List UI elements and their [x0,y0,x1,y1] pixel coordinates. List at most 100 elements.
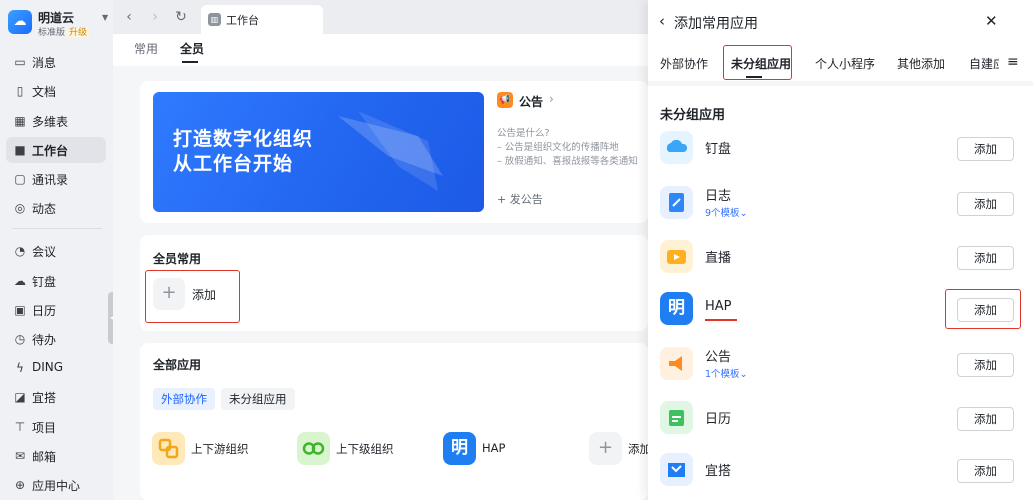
panel-tab-external[interactable]: 外部协作 [660,55,708,72]
annotation-underline [705,319,737,321]
list-item-calendar: 日历 添加 [660,399,1025,439]
sidebar-item-todo[interactable]: ◷ 待办 [6,326,106,352]
browser-toolbar: ‹ › ↻ ▥ 工作台 [113,0,648,34]
add-button[interactable]: 添加 [957,459,1014,483]
workbench-icon: ■ [14,143,26,157]
template-count-link[interactable]: 9个模板⌄ [705,205,748,219]
sidebar-item-app-center[interactable]: ⊕ 应用中心 [6,472,106,498]
banner-title-line1: 打造数字化组织 [173,128,314,150]
hap-icon: 明 [443,432,476,465]
common-apps-card: 全员常用 + 添加 [140,235,648,331]
sidebar-item-moments[interactable]: ◎ 动态 [6,195,106,221]
menu-icon[interactable]: ≡ [1007,54,1019,70]
notice-header[interactable]: 📢 公告 › [497,92,657,110]
sidebar-item-contacts[interactable]: ▢ 通讯录 [6,166,106,192]
highlight-box [723,45,792,80]
document-icon: ▯ [16,84,24,98]
list-item-drive: 钉盘 添加 [660,129,1025,169]
hap-app-icon: 明 [660,292,693,325]
sidebar-item-messages[interactable]: ▭ 消息 [6,49,106,75]
panel-title: 添加常用应用 [674,16,758,32]
sidebar-item-meeting[interactable]: ◔ 会议 [6,238,106,264]
contacts-icon: ▢ [14,172,26,186]
wing-graphic-icon [338,111,443,191]
sidebar-item-mail[interactable]: ✉ 邮箱 [6,443,106,469]
forward-button[interactable]: › [145,7,165,27]
add-icon: + [589,432,622,465]
chevron-down-icon: ⌄ [739,208,748,219]
upgrade-badge[interactable]: 升级 [67,28,90,38]
list-item-live: 直播 添加 [660,238,1025,278]
ding-icon: ϟ [16,361,24,375]
add-button[interactable]: 添加 [957,353,1014,377]
panel-section-title: 未分组应用 [660,108,726,123]
chip-external[interactable]: 外部协作 [153,388,215,410]
megaphone-icon: 📢 [497,92,513,108]
sidebar-divider [12,228,102,229]
list-item-log: 日志 9个模板⌄ 添加 [660,184,1025,224]
add-common-apps-panel: ‹ 添加常用应用 ✕ 外部协作 未分组应用 个人小程序 其他添加 自建应 ≡ 未… [648,0,1033,500]
active-tab-indicator [182,61,198,63]
notice-title: 公告 [519,95,544,109]
notice-desc-2: – 公告是组织文化的传播阵地 [497,142,619,153]
add-button[interactable]: 添加 [957,137,1014,161]
calendar-app-icon [660,401,693,434]
back-chevron-icon[interactable]: ‹ [659,12,665,30]
workbench-tab-icon: ▥ [208,13,221,26]
drive-app-icon [660,131,693,164]
upstream-org-icon [152,432,185,465]
mail-icon: ✉ [14,449,26,463]
back-button[interactable]: ‹ [119,7,139,27]
sidebar-item-tables[interactable]: ▦ 多维表 [6,108,106,134]
chevron-down-icon: ⌄ [739,369,748,380]
highlight-box [945,289,1021,329]
tab-all-members[interactable]: 全员 [180,40,204,57]
panel-tab-mini-programs[interactable]: 个人小程序 [815,55,875,72]
app-center-icon: ⊕ [14,478,26,492]
close-icon[interactable]: ✕ [985,12,998,30]
table-icon: ▦ [14,114,26,128]
caret-down-icon: ▼ [102,13,109,22]
sidebar-item-workbench[interactable]: ■ 工作台 [6,137,106,163]
chip-ungrouped[interactable]: 未分组应用 [221,388,295,410]
notice-desc-3: – 放假通知、喜报战报等各类通知 [497,156,638,167]
tabbar-divider [648,81,1033,86]
panel-tab-custom[interactable]: 自建应 [969,55,999,72]
sidebar-item-project[interactable]: ⊤ 项目 [6,414,106,440]
refresh-icon[interactable]: ↻ [171,7,191,27]
common-apps-title: 全员常用 [153,252,202,266]
hierarchy-org-icon [297,432,330,465]
log-app-icon [660,186,693,219]
drive-icon: ☁ [14,274,26,288]
post-notice-button[interactable]: + 发公告 [497,191,543,207]
add-button[interactable]: 添加 [957,407,1014,431]
add-button[interactable]: 添加 [957,246,1014,270]
moments-icon: ◎ [14,201,26,215]
panel-tab-other[interactable]: 其他添加 [897,55,945,72]
sidebar-item-yida[interactable]: ◪ 宜搭 [6,384,106,410]
highlight-box [145,270,240,323]
add-button[interactable]: 添加 [957,192,1014,216]
live-app-icon [660,240,693,273]
all-apps-card: 全部应用 外部协作 未分组应用 上下游组织 上下级组织 明 HAP + 添加 [140,343,651,500]
sidebar-item-drive[interactable]: ☁ 钉盘 [6,268,106,294]
tab-common[interactable]: 常用 [134,40,158,57]
all-apps-title: 全部应用 [153,358,202,372]
sidebar-item-docs[interactable]: ▯ 文档 [6,78,106,104]
message-icon: ▭ [14,55,26,69]
notice-app-icon [660,347,693,380]
org-name: 明道云 [38,11,75,25]
org-edition: 标准版 升级 [38,28,90,38]
sidebar-item-ding[interactable]: ϟ DING [6,355,106,381]
banner-card: 打造数字化组织 从工作台开始 📢 公告 › 公告是什么? – 公告是组织文化的传… [140,81,648,223]
workbench-subtabs: 常用 全员 [113,34,648,66]
tab-workbench[interactable]: ▥ 工作台 [201,5,323,34]
org-switcher[interactable]: ☁ 明道云 标准版 升级 ▼ [8,9,109,38]
workbench-main: 常用 全员 打造数字化组织 从工作台开始 📢 公告 › 公告是什么? – 公告是… [113,34,651,500]
template-count-link[interactable]: 1个模板⌄ [705,366,748,380]
sidebar-item-calendar[interactable]: ▣ 日历 [6,297,106,323]
promo-banner[interactable]: 打造数字化组织 从工作台开始 [153,92,484,212]
project-icon: ⊤ [14,420,26,434]
sidebar: ☁ 明道云 标准版 升级 ▼ ▭ 消息 ▯ 文档 ▦ 多维表 ■ 工作台 ▢ 通讯… [0,0,113,500]
yida-icon: ◪ [14,390,26,404]
